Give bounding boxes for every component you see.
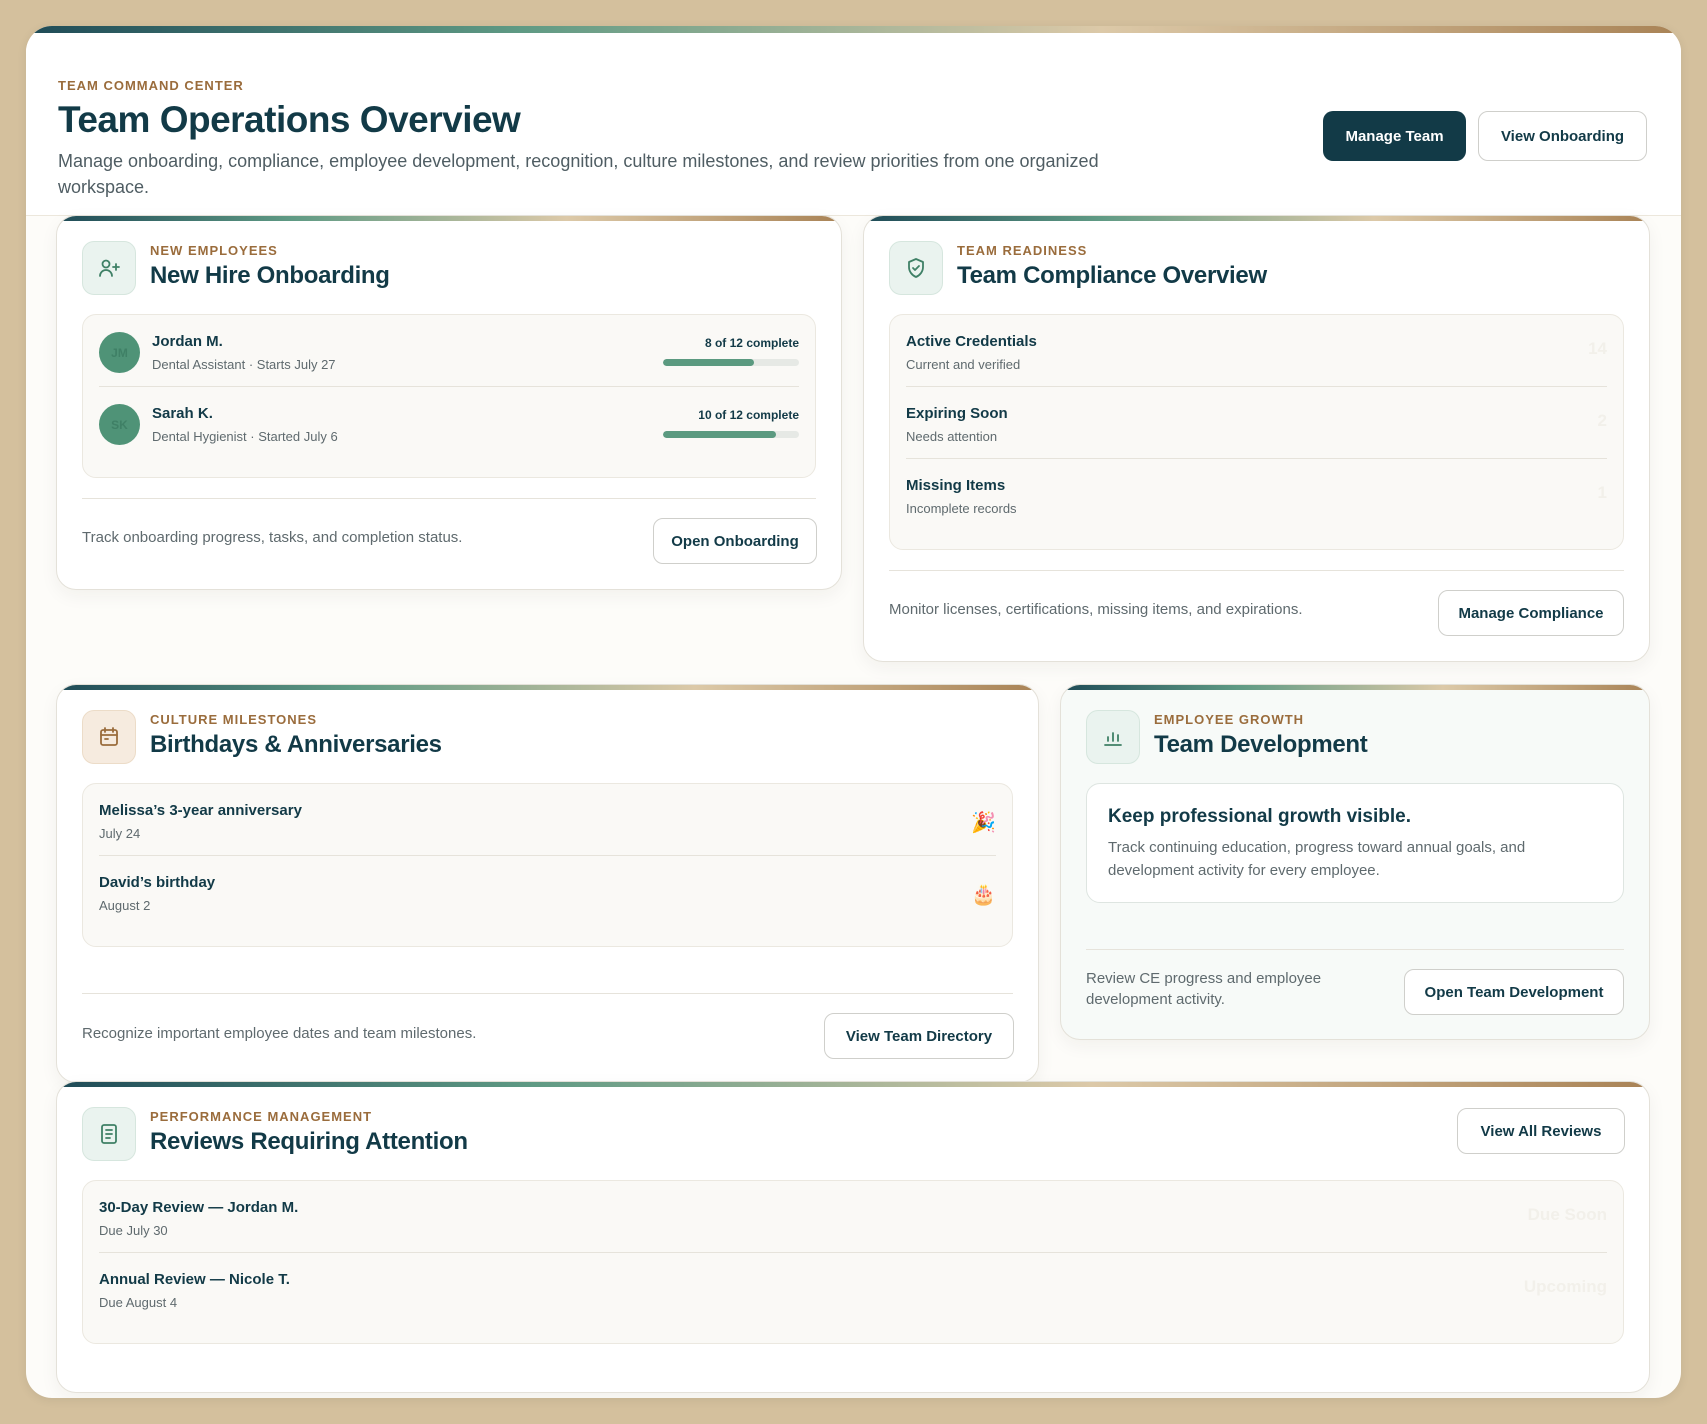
- page-eyebrow: TEAM COMMAND CENTER: [58, 78, 244, 93]
- hire-name: Jordan M.: [152, 333, 223, 350]
- item-subtitle: Incomplete records: [906, 501, 1017, 516]
- card-eyebrow: CULTURE MILESTONES: [150, 712, 318, 727]
- avatar: JM: [99, 332, 140, 373]
- avatar: SK: [99, 404, 140, 445]
- item-title: Expiring Soon: [906, 405, 1008, 422]
- view-team-directory-button[interactable]: View Team Directory: [824, 1013, 1014, 1059]
- card-title: New Hire Onboarding: [150, 262, 390, 289]
- onboarding-card: NEW EMPLOYEES New Hire Onboarding JM Jor…: [56, 215, 842, 590]
- item-count: 1: [1597, 483, 1607, 502]
- list-item[interactable]: JM Jordan M. Dental Assistant · Starts J…: [99, 315, 799, 387]
- card-title: Reviews Requiring Attention: [150, 1128, 468, 1155]
- app-frame: TEAM COMMAND CENTER Team Operations Over…: [26, 26, 1681, 1398]
- milestone-date: July 24: [99, 826, 141, 841]
- list-item[interactable]: Annual Review — Nicole T. Due August 4 U…: [99, 1253, 1607, 1325]
- list-item[interactable]: Expiring Soon Needs attention 2: [906, 387, 1607, 459]
- hire-role: Dental Hygienist · Started July 6: [152, 429, 338, 444]
- reviews-card: PERFORMANCE MANAGEMENT Reviews Requiring…: [56, 1081, 1650, 1393]
- calendar-icon: [82, 710, 136, 764]
- progress-fill: [663, 359, 754, 366]
- shield-check-icon: [889, 241, 943, 295]
- card-eyebrow: PERFORMANCE MANAGEMENT: [150, 1109, 373, 1124]
- open-team-development-button[interactable]: Open Team Development: [1404, 969, 1624, 1015]
- card-title: Birthdays & Anniversaries: [150, 731, 442, 758]
- document-icon: [82, 1107, 136, 1161]
- card-accent-bar: [864, 216, 1649, 221]
- list-item[interactable]: 30-Day Review — Jordan M. Due July 30 Du…: [99, 1181, 1607, 1253]
- card-footer-text: Recognize important employee dates and t…: [82, 1025, 477, 1042]
- card-accent-bar: [1061, 685, 1649, 690]
- page-header: TEAM COMMAND CENTER Team Operations Over…: [26, 33, 1681, 216]
- review-title: 30-Day Review — Jordan M.: [99, 1199, 299, 1216]
- view-all-reviews-button[interactable]: View All Reviews: [1457, 1108, 1625, 1154]
- list-item[interactable]: Active Credentials Current and verified …: [906, 315, 1607, 387]
- card-eyebrow: TEAM READINESS: [957, 243, 1088, 258]
- growth-callout: Keep professional growth visible. Track …: [1086, 783, 1624, 903]
- divider: [889, 570, 1624, 571]
- card-accent-bar: [57, 685, 1038, 690]
- item-subtitle: Current and verified: [906, 357, 1021, 372]
- bar-chart-icon: [1086, 710, 1140, 764]
- status-badge: Due Soon: [1527, 1205, 1607, 1224]
- birthday-cake-icon: 🎂: [971, 884, 996, 906]
- review-due: Due August 4: [99, 1295, 178, 1310]
- item-count: 14: [1588, 339, 1607, 358]
- divider: [82, 993, 1013, 994]
- milestone-title: Melissa’s 3-year anniversary: [99, 802, 302, 819]
- card-eyebrow: NEW EMPLOYEES: [150, 243, 278, 258]
- list-item[interactable]: SK Sarah K. Dental Hygienist · Started J…: [99, 387, 799, 459]
- progress-bar: [663, 431, 799, 438]
- milestone-title: David’s birthday: [99, 874, 216, 891]
- user-plus-icon: [82, 241, 136, 295]
- card-footer-text: Track onboarding progress, tasks, and co…: [82, 529, 463, 546]
- party-popper-icon: 🎉: [971, 812, 996, 834]
- culture-card: CULTURE MILESTONES Birthdays & Anniversa…: [56, 684, 1039, 1083]
- card-title: Team Compliance Overview: [957, 262, 1267, 289]
- item-title: Active Credentials: [906, 333, 1037, 350]
- page-title: Team Operations Overview: [58, 99, 521, 140]
- item-subtitle: Needs attention: [906, 429, 998, 444]
- progress-label: 8 of 12 complete: [704, 336, 799, 350]
- manage-team-button[interactable]: Manage Team: [1323, 111, 1466, 161]
- progress-label: 10 of 12 complete: [698, 408, 799, 422]
- compliance-card: TEAM READINESS Team Compliance Overview …: [863, 215, 1650, 662]
- hires-list: JM Jordan M. Dental Assistant · Starts J…: [82, 314, 816, 478]
- callout-text: Track continuing education, progress tow…: [1108, 839, 1526, 879]
- review-title: Annual Review — Nicole T.: [99, 1271, 290, 1288]
- development-card: EMPLOYEE GROWTH Team Development Keep pr…: [1060, 684, 1650, 1040]
- compliance-list: Active Credentials Current and verified …: [889, 314, 1624, 550]
- hire-name: Sarah K.: [152, 405, 213, 422]
- divider: [82, 498, 816, 499]
- hire-role: Dental Assistant · Starts July 27: [152, 357, 336, 372]
- reviews-list: 30-Day Review — Jordan M. Due July 30 Du…: [82, 1180, 1624, 1344]
- milestone-date: August 2: [99, 898, 151, 913]
- page-description: Manage onboarding, compliance, employee …: [58, 151, 1099, 197]
- card-accent-bar: [57, 1082, 1649, 1087]
- item-title: Missing Items: [906, 477, 1006, 494]
- list-item[interactable]: Melissa’s 3-year anniversary July 24 🎉: [99, 784, 996, 856]
- callout-title: Keep professional growth visible.: [1108, 806, 1412, 827]
- manage-compliance-button[interactable]: Manage Compliance: [1438, 590, 1624, 636]
- list-item[interactable]: Missing Items Incomplete records 1: [906, 459, 1607, 531]
- item-count: 2: [1597, 411, 1607, 430]
- divider: [1086, 949, 1624, 950]
- accent-bar: [26, 26, 1681, 33]
- list-item[interactable]: David’s birthday August 2 🎂: [99, 856, 996, 928]
- card-footer-text: Review CE progress and employee developm…: [1086, 970, 1322, 1008]
- card-accent-bar: [57, 216, 841, 221]
- card-title: Team Development: [1154, 731, 1368, 758]
- card-eyebrow: EMPLOYEE GROWTH: [1154, 712, 1305, 727]
- progress-fill: [663, 431, 777, 438]
- view-onboarding-button[interactable]: View Onboarding: [1478, 111, 1647, 161]
- status-badge: Upcoming: [1523, 1277, 1607, 1296]
- review-due: Due July 30: [99, 1223, 168, 1238]
- card-footer-text: Monitor licenses, certifications, missin…: [889, 601, 1303, 618]
- progress-bar: [663, 359, 799, 366]
- milestones-list: Melissa’s 3-year anniversary July 24 🎉 D…: [82, 783, 1013, 947]
- open-onboarding-button[interactable]: Open Onboarding: [653, 518, 817, 564]
